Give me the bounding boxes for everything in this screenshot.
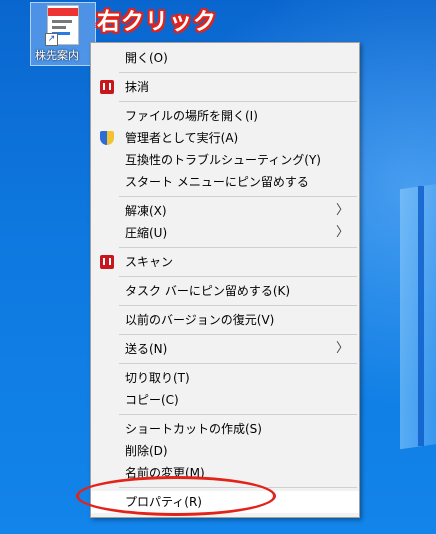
submenu-arrow-icon: 〉	[335, 203, 349, 218]
menu-item-pin-start[interactable]: スタート メニューにピン留めする	[91, 171, 359, 193]
menu-separator	[119, 363, 357, 364]
menu-item-open[interactable]: 開く(O)	[91, 47, 359, 69]
menu-item-compress[interactable]: 圧縮(U) 〉	[91, 222, 359, 244]
menu-item-shred[interactable]: 抹消	[91, 76, 359, 98]
menu-separator	[119, 414, 357, 415]
context-menu: 開く(O) 抹消 ファイルの場所を開く(I) 管理者として実行(A) 互換性のト…	[90, 42, 360, 518]
menu-item-open-location[interactable]: ファイルの場所を開く(I)	[91, 105, 359, 127]
menu-item-copy[interactable]: コピー(C)	[91, 389, 359, 411]
menu-item-scan[interactable]: スキャン	[91, 251, 359, 273]
right-click-annotation: 右クリック	[97, 9, 217, 35]
menu-separator	[119, 334, 357, 335]
desktop-file-icon[interactable]: ↗ 株先案内	[30, 2, 96, 66]
submenu-arrow-icon: 〉	[335, 341, 349, 356]
menu-item-run-as-admin[interactable]: 管理者として実行(A)	[91, 127, 359, 149]
uac-shield-icon	[100, 131, 114, 145]
desktop-file-label: 株先案内	[35, 49, 79, 62]
mcafee-icon	[100, 255, 114, 269]
menu-separator	[119, 101, 357, 102]
shortcut-arrow-icon: ↗	[45, 33, 58, 46]
menu-item-delete[interactable]: 削除(D)	[91, 440, 359, 462]
windows-logo-divider	[418, 186, 424, 446]
mcafee-icon	[100, 80, 114, 94]
menu-item-create-shortcut[interactable]: ショートカットの作成(S)	[91, 418, 359, 440]
menu-separator	[119, 276, 357, 277]
menu-item-pin-taskbar[interactable]: タスク バーにピン留めする(K)	[91, 280, 359, 302]
menu-item-restore-previous[interactable]: 以前のバージョンの復元(V)	[91, 309, 359, 331]
menu-item-troubleshoot[interactable]: 互換性のトラブルシューティング(Y)	[91, 149, 359, 171]
menu-separator	[119, 72, 357, 73]
menu-item-extract[interactable]: 解凍(X) 〉	[91, 200, 359, 222]
menu-separator	[119, 305, 357, 306]
submenu-arrow-icon: 〉	[335, 225, 349, 240]
menu-separator	[119, 196, 357, 197]
menu-item-send-to[interactable]: 送る(N) 〉	[91, 338, 359, 360]
menu-item-cut[interactable]: 切り取り(T)	[91, 367, 359, 389]
highlight-oval	[76, 476, 276, 516]
menu-separator	[119, 247, 357, 248]
